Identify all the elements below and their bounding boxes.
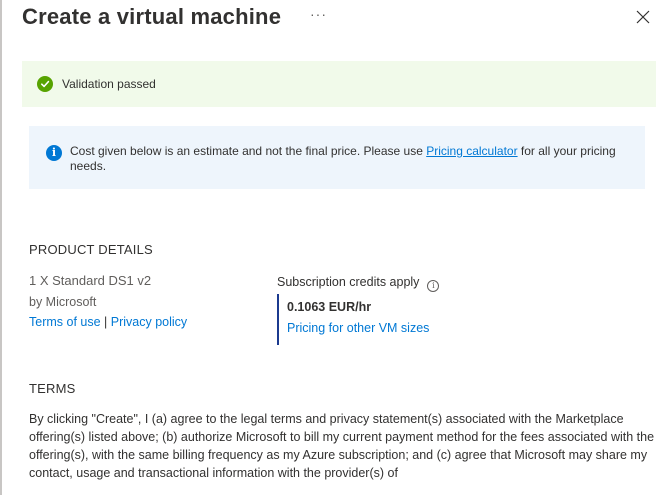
product-details-heading: PRODUCT DETAILS — [29, 242, 153, 257]
product-name: 1 X Standard DS1 v2 — [29, 273, 152, 288]
subscription-credits: Subscription credits apply i — [277, 275, 440, 292]
link-separator: | — [100, 315, 111, 329]
pricing-info-text: Cost given below is an estimate and not … — [70, 144, 630, 174]
product-links: Terms of use | Privacy policy — [29, 315, 187, 329]
page-title: Create a virtual machine — [22, 4, 282, 29]
close-icon[interactable] — [636, 10, 650, 24]
checkmark-icon — [37, 76, 53, 92]
terms-heading: TERMS — [29, 381, 76, 396]
subscription-credits-label: Subscription credits apply — [277, 275, 420, 289]
info-text-start: Cost given below is an estimate and not … — [70, 144, 427, 158]
terms-of-use-link[interactable]: Terms of use — [29, 315, 101, 329]
price-block: 0.1063 EUR/hr Pricing for other VM sizes — [277, 294, 429, 345]
other-vm-sizes-link[interactable]: Pricing for other VM sizes — [287, 321, 429, 335]
validation-message: Validation passed — [62, 77, 156, 91]
product-publisher: by Microsoft — [29, 295, 97, 309]
validation-banner: Validation passed — [22, 61, 656, 107]
privacy-policy-link[interactable]: Privacy policy — [111, 315, 187, 329]
pricing-calculator-link[interactable]: Pricing calculator — [426, 144, 517, 158]
credits-info-icon[interactable]: i — [427, 280, 440, 292]
vm-price: 0.1063 EUR/hr — [287, 300, 372, 314]
terms-text: By clicking "Create", I (a) agree to the… — [29, 412, 655, 480]
panel-left-border — [0, 0, 2, 495]
blade-header: Create a virtual machine ··· — [22, 4, 656, 34]
pricing-info-banner: i Cost given below is an estimate and no… — [29, 126, 645, 189]
info-icon: i — [46, 145, 62, 161]
more-options-button[interactable]: ··· — [310, 6, 327, 22]
